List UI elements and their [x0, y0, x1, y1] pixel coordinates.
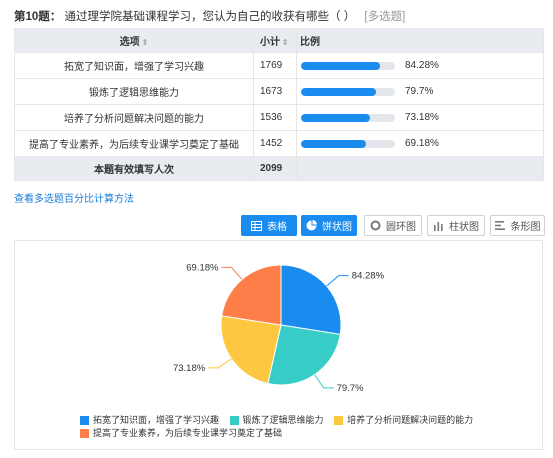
- sort-icon[interactable]: ⇕: [282, 38, 289, 47]
- pie-chart-icon: [306, 220, 317, 231]
- row-percent: 79.7%: [405, 86, 434, 97]
- total-label: 本题有效填写人次: [14, 156, 254, 181]
- sort-icon[interactable]: ⇕: [142, 38, 149, 47]
- bar-view-button[interactable]: 条形图: [490, 215, 545, 236]
- progress-bar: [301, 87, 395, 96]
- row-option: 拓宽了知识面，增强了学习兴趣: [14, 52, 254, 79]
- row-count: 1769: [253, 52, 297, 79]
- row-option: 锻炼了逻辑思维能力: [14, 78, 254, 105]
- header-option[interactable]: 选项 ⇕: [14, 28, 254, 53]
- bar-chart-icon: [494, 220, 506, 231]
- row-count: 1673: [253, 78, 297, 105]
- table-row: 培养了分析问题解决问题的能力 1536 73.18%: [14, 104, 544, 131]
- total-value: 2099: [253, 156, 297, 181]
- table-header-row: 选项 ⇕ 小计 ⇕ 比例: [14, 28, 544, 53]
- header-percent: 比例: [296, 28, 544, 53]
- table-icon: [251, 220, 262, 231]
- row-percent: 73.18%: [405, 112, 439, 123]
- question-text: 通过理学院基础课程学习，您认为自己的收获有哪些（ ）: [64, 11, 356, 23]
- column-chart-icon: [433, 220, 444, 231]
- question-type: [多选题]: [364, 11, 406, 23]
- chart-legend: 拓宽了知识面，增强了学习兴趣 锻炼了逻辑思维能力 培养了分析问题解决问题的能力 …: [80, 414, 500, 440]
- calc-method-link[interactable]: 查看多选题百分比计算方法: [14, 190, 134, 205]
- legend-swatch: [80, 416, 89, 425]
- question-title: 第10题： 通过理学院基础课程学习，您认为自己的收获有哪些（ ） [多选题]: [14, 8, 405, 24]
- table-row: 提高了专业素养，为后续专业课学习奠定了基础 1452 69.18%: [14, 130, 544, 157]
- row-percent: 84.28%: [405, 60, 439, 71]
- ring-chart-icon: [370, 220, 381, 231]
- legend-item[interactable]: 培养了分析问题解决问题的能力: [334, 414, 473, 427]
- total-row: 本题有效填写人次 2099: [14, 156, 544, 181]
- progress-fill: [301, 87, 376, 96]
- table-row: 拓宽了知识面，增强了学习兴趣 1769 84.28%: [14, 52, 544, 79]
- legend-item[interactable]: 拓宽了知识面，增强了学习兴趣: [80, 414, 219, 427]
- row-count: 1452: [253, 130, 297, 157]
- pie-view-button[interactable]: 饼状图: [301, 215, 357, 236]
- progress-fill: [301, 61, 381, 70]
- progress-bar: [301, 139, 395, 148]
- table-view-button[interactable]: 表格: [241, 215, 297, 236]
- row-count: 1536: [253, 104, 297, 131]
- header-count[interactable]: 小计 ⇕: [253, 28, 297, 53]
- progress-bar: [301, 113, 395, 122]
- legend-item[interactable]: 提高了专业素养，为后续专业课学习奠定了基础: [80, 427, 282, 440]
- row-percent: 69.18%: [405, 138, 439, 149]
- legend-item[interactable]: 锻炼了逻辑思维能力: [229, 414, 324, 427]
- column-view-button[interactable]: 柱状图: [427, 215, 485, 236]
- progress-fill: [301, 113, 370, 122]
- question-number: 第10题：: [14, 11, 62, 23]
- row-option: 培养了分析问题解决问题的能力: [14, 104, 254, 131]
- results-table: 选项 ⇕ 小计 ⇕ 比例 拓宽了知识面，增强了学习兴趣 1769 84.28% 锻炼…: [14, 28, 544, 181]
- legend-swatch: [80, 429, 89, 438]
- progress-fill: [301, 139, 367, 148]
- ring-view-button[interactable]: 圆环图: [364, 215, 422, 236]
- legend-swatch: [334, 416, 344, 425]
- table-row: 锻炼了逻辑思维能力 1673 79.7%: [14, 78, 544, 105]
- progress-bar: [301, 61, 395, 70]
- row-option: 提高了专业素养，为后续专业课学习奠定了基础: [14, 130, 254, 157]
- legend-swatch: [229, 416, 239, 425]
